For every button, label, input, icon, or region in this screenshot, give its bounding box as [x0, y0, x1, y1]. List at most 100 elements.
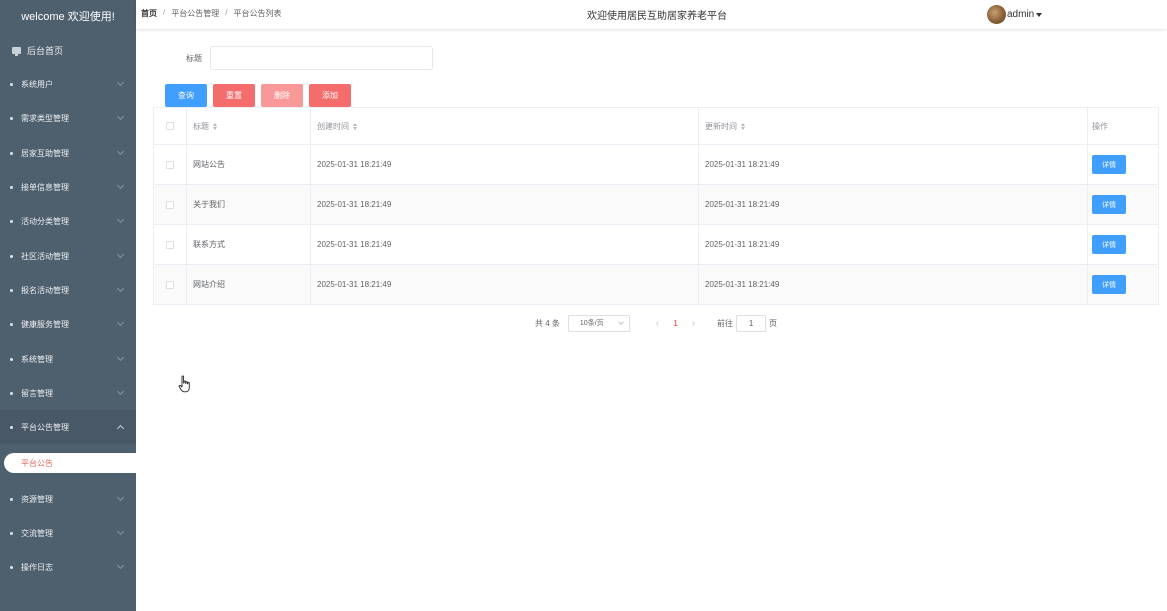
cell-created: 2025-01-31 18:21:49	[311, 225, 699, 264]
row-checkbox[interactable]	[166, 160, 174, 169]
pagination-total: 共 4 条	[535, 318, 560, 328]
column-header-updated[interactable]: 更新时间	[699, 108, 1088, 144]
table-row: 网站公告 2025-01-31 18:21:49 2025-01-31 18:2…	[154, 145, 1158, 185]
query-button[interactable]: 查询	[165, 84, 207, 107]
bullet-icon	[10, 116, 13, 120]
sidebar-item-home-help[interactable]: 居家互助管理	[0, 136, 136, 170]
caret-down-icon	[1036, 12, 1043, 17]
user-menu[interactable]: admin	[987, 5, 1043, 24]
sidebar-item-label: 操作日志	[21, 562, 53, 572]
sidebar-item-label: 居家互助管理	[21, 148, 69, 158]
page-number-current[interactable]: 1	[673, 319, 677, 328]
select-all-cell	[154, 108, 187, 144]
sidebar-item-label: 活动分类管理	[21, 216, 69, 226]
sort-icon[interactable]	[741, 122, 745, 130]
sidebar-item-messages[interactable]: 留言管理	[0, 376, 136, 410]
detail-button[interactable]: 详情	[1092, 155, 1126, 174]
monitor-icon	[12, 46, 21, 56]
page-size-value: 10条/页	[579, 320, 604, 327]
chevron-down-icon	[116, 561, 125, 570]
search-title-input[interactable]	[210, 46, 433, 70]
row-checkbox[interactable]	[166, 240, 174, 249]
cell-actions: 详情	[1088, 225, 1158, 264]
bullet-icon	[10, 531, 13, 535]
column-header-title[interactable]: 标题	[187, 108, 311, 144]
column-header-created[interactable]: 创建时间	[311, 108, 699, 144]
row-check-cell	[154, 145, 187, 184]
column-header-actions: 操作	[1088, 108, 1158, 144]
sidebar-item-demand-types[interactable]: 需求类型管理	[0, 101, 136, 135]
sidebar-item-resources[interactable]: 资源管理	[0, 482, 136, 516]
chevron-down-icon	[116, 181, 125, 190]
sort-icon[interactable]	[213, 122, 217, 130]
site-title: 欢迎使用居民互助居家养老平台	[587, 11, 727, 22]
sidebar-item-label: 留言管理	[21, 388, 53, 398]
reset-button[interactable]: 重置	[213, 84, 255, 107]
username: admin	[1007, 9, 1035, 20]
bullet-icon	[10, 219, 13, 223]
sidebar-item-label: 需求类型管理	[21, 113, 69, 123]
top-header: 首页 / 平台公告管理 / 平台公告列表 欢迎使用居民互助居家养老平台 admi…	[136, 0, 1167, 29]
chevron-down-icon	[116, 78, 125, 87]
chevron-down-icon	[116, 353, 125, 362]
column-header-label: 操作	[1092, 121, 1108, 131]
add-button[interactable]: 添加	[309, 84, 351, 107]
sidebar-item-system-users[interactable]: 系统用户	[0, 67, 136, 101]
chevron-down-icon	[618, 318, 624, 325]
goto-label: 前往	[717, 318, 734, 328]
sidebar-item-orders[interactable]: 接单信息管理	[0, 170, 136, 204]
cell-updated: 2025-01-31 18:21:49	[699, 145, 1088, 184]
cell-created: 2025-01-31 18:21:49	[311, 265, 699, 304]
breadcrumb: 首页 / 平台公告管理 / 平台公告列表	[141, 8, 281, 19]
sidebar-welcome: welcome 欢迎使用!	[21, 11, 115, 23]
chevron-down-icon	[116, 493, 125, 502]
row-check-cell	[154, 265, 187, 304]
sidebar-item-registrations[interactable]: 报名活动管理	[0, 273, 136, 307]
sidebar-item-activity-categories[interactable]: 活动分类管理	[0, 204, 136, 238]
next-page-button[interactable]: ›	[692, 318, 695, 329]
sidebar-item-home[interactable]: 后台首页	[0, 34, 136, 66]
pagination: 共 4 条 10条/页 ‹ 1 › 前往 1 页	[535, 314, 777, 332]
bullet-icon	[10, 497, 13, 501]
sidebar-subitem-announcement[interactable]: 平台公告	[4, 453, 144, 473]
detail-button[interactable]: 详情	[1092, 275, 1126, 294]
select-all-checkbox[interactable]	[166, 122, 174, 130]
bullet-icon	[10, 151, 13, 155]
row-check-cell	[154, 185, 187, 224]
chevron-down-icon	[116, 250, 125, 259]
bullet-icon	[10, 357, 13, 361]
detail-button[interactable]: 详情	[1092, 235, 1126, 254]
sidebar-item-system-management[interactable]: 系统管理	[0, 342, 136, 376]
sidebar-item-operation-log[interactable]: 操作日志	[0, 550, 136, 584]
table-row: 联系方式 2025-01-31 18:21:49 2025-01-31 18:2…	[154, 225, 1158, 265]
sidebar-item-label: 交流管理	[21, 528, 53, 538]
cell-updated: 2025-01-31 18:21:49	[699, 265, 1088, 304]
chevron-down-icon	[116, 318, 125, 327]
cell-title: 关于我们	[187, 185, 311, 224]
page-jumper: 前往 1 页	[717, 314, 777, 332]
cell-updated: 2025-01-31 18:21:49	[699, 225, 1088, 264]
sidebar-item-label: 系统管理	[21, 354, 53, 364]
sidebar-item-label: 接单信息管理	[21, 182, 69, 192]
row-checkbox[interactable]	[166, 280, 174, 289]
prev-page-button[interactable]: ‹	[656, 318, 659, 329]
chevron-down-icon	[116, 147, 125, 156]
goto-page-input[interactable]: 1	[736, 314, 767, 332]
sidebar-item-health-services[interactable]: 健康服务管理	[0, 307, 136, 341]
row-checkbox[interactable]	[166, 200, 174, 209]
page-size-select[interactable]: 10条/页	[567, 314, 630, 332]
sidebar-item-exchange[interactable]: 交流管理	[0, 516, 136, 550]
column-header-label: 标题	[193, 121, 209, 131]
delete-button[interactable]: 删除	[261, 84, 303, 107]
breadcrumb-home[interactable]: 首页	[141, 8, 157, 19]
sort-icon[interactable]	[353, 122, 357, 130]
announcement-table: 标题 创建时间 更新时间 操作 网站公告 2025-01-31 18:21:49…	[153, 107, 1159, 305]
chevron-up-icon	[116, 424, 125, 433]
sidebar-item-label: 资源管理	[21, 494, 53, 504]
sidebar-item-label: 系统用户	[21, 79, 53, 89]
breadcrumb-section: 平台公告管理	[171, 9, 220, 18]
sidebar-item-community-activities[interactable]: 社区活动管理	[0, 239, 136, 273]
detail-button[interactable]: 详情	[1092, 195, 1126, 214]
sidebar-item-announcements[interactable]: 平台公告管理	[0, 410, 136, 444]
column-header-label: 更新时间	[705, 121, 737, 131]
